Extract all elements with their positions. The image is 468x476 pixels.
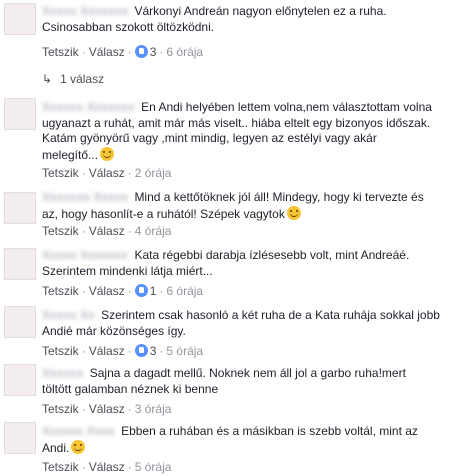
smile-emoji-icon — [71, 439, 86, 454]
author-name[interactable]: Xxxxxxx Xxxxx — [42, 190, 128, 206]
timestamp[interactable]: 6 órája — [166, 284, 203, 298]
comment-actions: Tetszik · Válasz · 3 · 6 órája — [42, 45, 204, 59]
reply-arrow-icon: ↳ — [42, 72, 53, 86]
comment-text: Kata régebbi darabja ízlésesebb volt, mi… — [134, 248, 410, 262]
replies-count[interactable]: 1 válasz — [60, 72, 104, 86]
reply-button[interactable]: Válasz — [89, 166, 125, 180]
comment-actions: Tetszik · Válasz · 3 órája — [42, 402, 172, 416]
author-name[interactable]: Xxxxx Xxxxxxx — [42, 4, 128, 20]
comment-text: melegítő... — [42, 147, 99, 162]
comment-text: töltött galamban néznek ki benne — [42, 381, 219, 396]
avatar[interactable] — [4, 98, 36, 130]
comment-actions: Tetszik · Válasz · 5 órája — [42, 460, 172, 474]
reply-button[interactable]: Válasz — [89, 224, 125, 238]
like-button[interactable]: Tetszik — [42, 344, 79, 358]
like-button[interactable]: Tetszik — [42, 166, 79, 180]
like-count[interactable]: 3 — [150, 45, 157, 59]
like-count[interactable]: 1 — [150, 284, 157, 298]
author-name[interactable]: Xxxxx Xxxxxxx — [42, 248, 128, 264]
timestamp[interactable]: 5 órája — [135, 460, 172, 474]
avatar[interactable] — [4, 3, 36, 35]
comment-text: az, hogy hasonlít-e a ruhától! Szépek va… — [42, 206, 285, 221]
avatar[interactable] — [4, 192, 36, 224]
comment-text: ugyanazt a ruhát, amit már más viselt.. … — [42, 115, 431, 130]
comment-text: En Andi helyében lettem volna,nem válasz… — [141, 100, 432, 114]
avatar[interactable] — [4, 248, 36, 280]
comment-text: Ebben a ruhában és a másikban is szebb v… — [121, 424, 418, 438]
avatar[interactable] — [4, 306, 36, 338]
like-button[interactable]: Tetszik — [42, 45, 79, 59]
smile-emoji-icon — [286, 205, 301, 220]
comment-text: Mind a kettőtöknek jól áll! Mindegy, hog… — [134, 190, 424, 204]
timestamp[interactable]: 3 órája — [135, 402, 172, 416]
smile-emoji-icon — [100, 146, 115, 161]
comment-text: Szerintem mindenki látja miért... — [42, 263, 213, 278]
timestamp[interactable]: 4 órája — [135, 224, 172, 238]
reply-button[interactable]: Válasz — [89, 45, 125, 59]
author-name[interactable]: Xxxxx Xx — [42, 308, 95, 324]
like-count-icon — [134, 284, 148, 297]
comment-text: Csinosabban szokott öltözködni. — [42, 19, 215, 34]
like-count-icon — [134, 45, 148, 58]
comment-actions: Tetszik · Válasz · 2 órája — [42, 166, 172, 180]
view-replies-link[interactable]: ↳ 1 válasz — [42, 72, 104, 86]
timestamp[interactable]: 2 órája — [135, 166, 172, 180]
comment-actions: Tetszik · Válasz · 1 · 6 órája — [42, 284, 204, 298]
comment-actions: Tetszik · Válasz · 4 órája — [42, 224, 172, 238]
reply-button[interactable]: Válasz — [89, 460, 125, 474]
timestamp[interactable]: 5 órája — [166, 344, 203, 358]
like-button[interactable]: Tetszik — [42, 460, 79, 474]
comment-text: Szerintem csak hasonló a két ruha de a K… — [101, 308, 440, 322]
author-name[interactable]: Xxxxxx — [42, 366, 83, 382]
comment-actions: Tetszik · Válasz · 3 · 5 órája — [42, 344, 204, 358]
avatar[interactable] — [4, 364, 36, 396]
like-button[interactable]: Tetszik — [42, 284, 79, 298]
comment-text: Sajna a dagadt mellű. Noknek nem áll jol… — [89, 366, 406, 380]
comment-text: Andié már közönséges így. — [42, 323, 186, 338]
reply-button[interactable]: Válasz — [89, 344, 125, 358]
like-button[interactable]: Tetszik — [42, 224, 79, 238]
like-count-icon — [134, 344, 148, 357]
avatar[interactable] — [4, 422, 36, 454]
reply-button[interactable]: Válasz — [89, 402, 125, 416]
author-name[interactable]: Xxxxxx Xxxx — [42, 424, 115, 440]
author-name[interactable]: Xxxxxx Xxxxxxx — [42, 100, 135, 116]
comment-text: Várkonyi Andreán nagyon előnytelen ez a … — [134, 4, 387, 18]
timestamp[interactable]: 6 órája — [166, 45, 203, 59]
like-count[interactable]: 3 — [150, 344, 157, 358]
comment-text: Andi. — [42, 440, 70, 455]
reply-button[interactable]: Válasz — [89, 284, 125, 298]
like-button[interactable]: Tetszik — [42, 402, 79, 416]
comment-text: Katám gyönyörű vagy ,mint mindig, legyen… — [42, 131, 377, 145]
